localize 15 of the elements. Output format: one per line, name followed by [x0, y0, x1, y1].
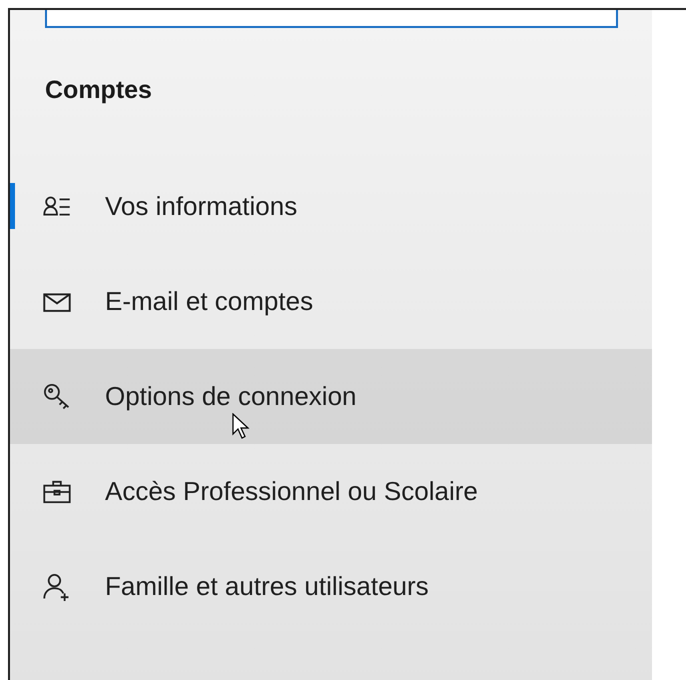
person-plus-icon	[43, 572, 71, 600]
sidebar-item[interactable]: Vos informations	[10, 159, 652, 254]
item-label: Vos informations	[105, 191, 298, 222]
item-label: Options de connexion	[105, 381, 357, 412]
item-label: Famille et autres utilisateurs	[105, 571, 429, 602]
item-label: Accès Professionnel ou Scolaire	[105, 476, 478, 507]
sidebar-item[interactable]: Accès Professionnel ou Scolaire	[10, 444, 652, 539]
search-field[interactable]	[45, 10, 618, 28]
sidebar-item[interactable]: Famille et autres utilisateurs	[10, 539, 652, 634]
key-icon	[43, 382, 71, 410]
section-heading: Comptes	[45, 76, 153, 106]
item-label: E-mail et comptes	[105, 286, 314, 317]
mouse-pointer-icon	[232, 413, 250, 439]
sidebar-item[interactable]: E-mail et comptes	[10, 254, 652, 349]
sidebar-item[interactable]: Options de connexion	[10, 349, 652, 444]
